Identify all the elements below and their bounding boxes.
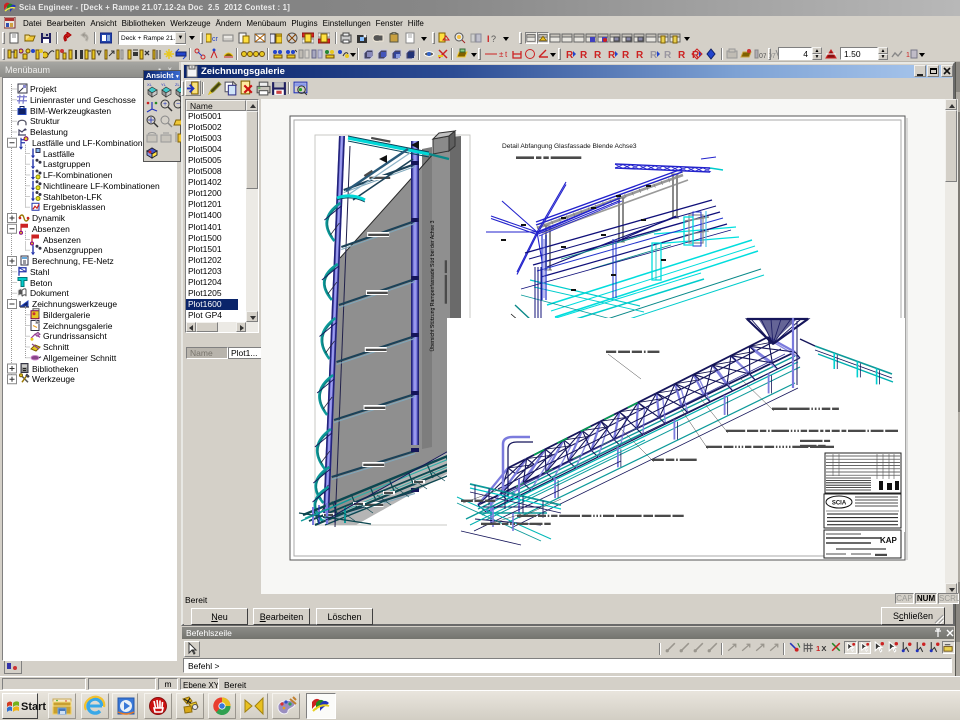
svg-text:1: 1 — [906, 52, 910, 59]
svg-text:X: X — [821, 644, 826, 653]
svg-text:Detail Abfangung Glasfassade B: Detail Abfangung Glasfassade Blende Achs… — [502, 143, 637, 150]
svg-text:XL: XL — [147, 82, 153, 87]
svg-text:R: R — [664, 50, 672, 60]
svg-text:R: R — [594, 50, 602, 60]
svg-text:SCIA: SCIA — [832, 501, 847, 507]
svg-text:R: R — [622, 50, 630, 60]
svg-text:1: 1 — [816, 644, 820, 653]
svg-text:I: I — [487, 34, 490, 44]
svg-text:R: R — [650, 50, 658, 60]
svg-text:cm: cm — [212, 36, 218, 43]
svg-text:R: R — [608, 50, 616, 60]
svg-text:R: R — [580, 50, 588, 60]
svg-text:−: − — [176, 101, 180, 108]
svg-text:KAP: KAP — [880, 536, 898, 545]
svg-text:R: R — [678, 50, 686, 60]
svg-text:ZL: ZL — [175, 82, 180, 87]
svg-text:07: 07 — [759, 53, 766, 60]
svg-text:R: R — [566, 50, 574, 60]
svg-text:R: R — [636, 50, 644, 60]
svg-text:?: ? — [491, 34, 496, 44]
svg-text:t: t — [505, 50, 508, 59]
svg-text:+: + — [163, 101, 167, 108]
svg-text:Übersicht Stützung Rampenfassa: Übersicht Stützung Rampenfassade Süd bei… — [429, 220, 436, 351]
svg-text:YL: YL — [161, 82, 167, 87]
svg-text:±: ± — [499, 50, 504, 59]
